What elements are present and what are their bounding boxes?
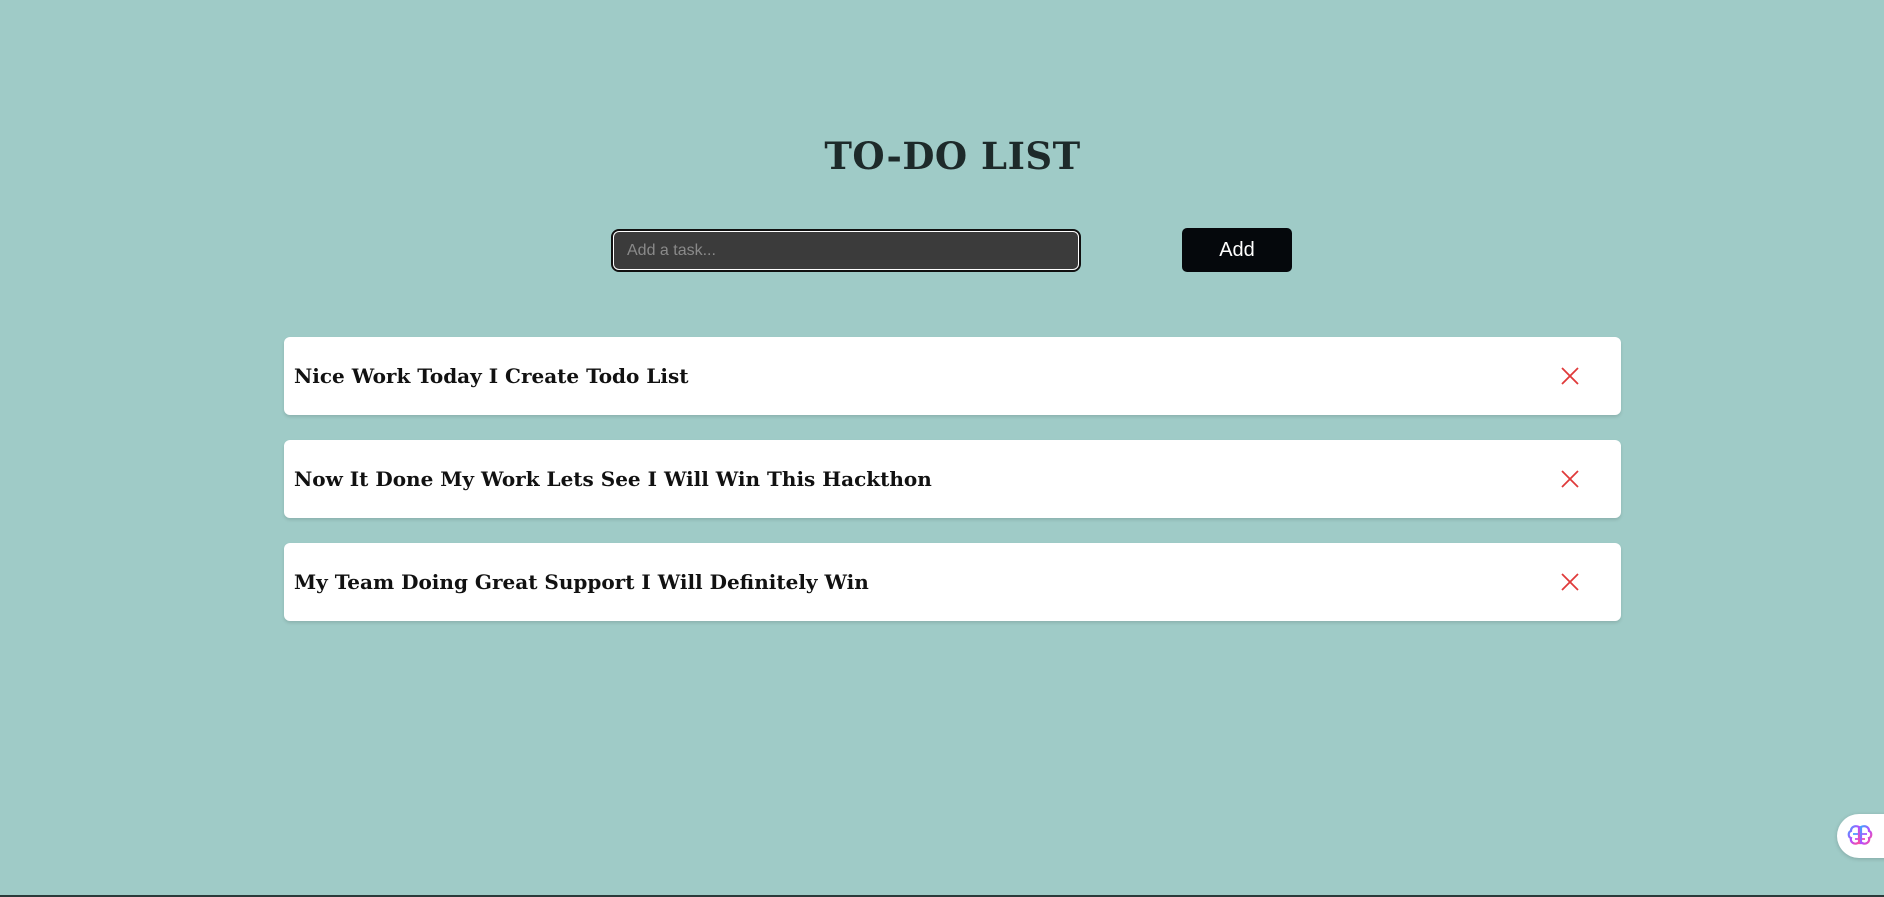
add-button[interactable]: Add — [1182, 228, 1292, 272]
close-icon — [1561, 470, 1579, 488]
delete-task-button[interactable] — [1556, 568, 1584, 596]
task-item: Now It Done My Work Lets See I Will Win … — [284, 440, 1621, 518]
extension-widget[interactable] — [1837, 814, 1884, 858]
task-input[interactable] — [611, 229, 1081, 272]
delete-task-button[interactable] — [1556, 362, 1584, 390]
task-item: My Team Doing Great Support I Will Defin… — [284, 543, 1621, 621]
close-icon — [1561, 367, 1579, 385]
task-text: My Team Doing Great Support I Will Defin… — [294, 570, 869, 594]
delete-task-button[interactable] — [1556, 465, 1584, 493]
task-text: Now It Done My Work Lets See I Will Win … — [294, 467, 932, 491]
page-title: TO-DO LIST — [824, 134, 1081, 178]
task-list: Nice Work Today I Create Todo List Now I… — [284, 337, 1621, 646]
task-text: Nice Work Today I Create Todo List — [294, 364, 689, 388]
brain-icon — [1847, 825, 1873, 845]
task-item: Nice Work Today I Create Todo List — [284, 337, 1621, 415]
close-icon — [1561, 573, 1579, 591]
